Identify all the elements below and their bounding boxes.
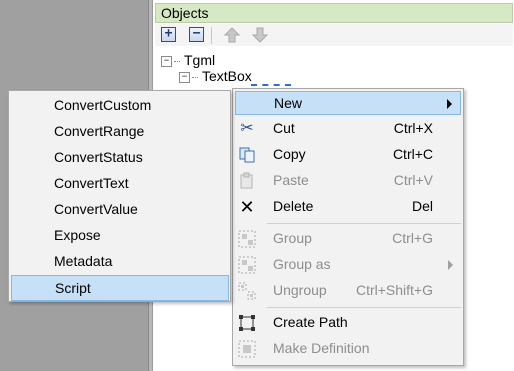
menu-item-shortcut: Del bbox=[411, 198, 433, 214]
menu-item-cut[interactable]: ✂ Cut Ctrl+X bbox=[235, 117, 461, 141]
menu-separator bbox=[267, 223, 461, 224]
menu-item-label: Create Path bbox=[273, 314, 348, 330]
move-down-arrow-icon[interactable] bbox=[251, 26, 269, 44]
submenu-item-convertvalue[interactable]: ConvertValue bbox=[11, 197, 229, 223]
expand-all-button[interactable]: + bbox=[161, 27, 176, 42]
submenu-item-label: Metadata bbox=[54, 253, 113, 269]
menu-item-group-as[interactable]: Group as bbox=[235, 253, 461, 277]
objects-toolbar: + − bbox=[155, 24, 513, 46]
menu-item-paste[interactable]: Paste Ctrl+V bbox=[235, 169, 461, 193]
menu-item-label: Group as bbox=[273, 256, 331, 272]
menu-item-create-path[interactable]: Create Path bbox=[235, 311, 461, 335]
collapse-all-button[interactable]: − bbox=[189, 27, 204, 42]
menu-item-label: Group bbox=[273, 230, 312, 246]
make-definition-icon bbox=[237, 340, 257, 358]
menu-item-shortcut: Ctrl+C bbox=[392, 146, 433, 162]
ungroup-icon bbox=[237, 282, 257, 300]
new-submenu: ConvertCustom ConvertRange ConvertStatus… bbox=[8, 90, 231, 302]
menu-item-shortcut: Ctrl+Shift+G bbox=[355, 282, 433, 298]
menu-item-ungroup[interactable]: Ungroup Ctrl+Shift+G bbox=[235, 279, 461, 303]
copy-icon bbox=[237, 146, 257, 164]
menu-item-label: Delete bbox=[273, 198, 314, 214]
paste-icon bbox=[237, 172, 257, 190]
submenu-item-converttext[interactable]: ConvertText bbox=[11, 171, 229, 197]
menu-item-group[interactable]: Group Ctrl+G bbox=[235, 227, 461, 251]
menu-item-delete[interactable]: ✕ Delete Del bbox=[235, 195, 461, 219]
collapse-node-icon[interactable]: − bbox=[161, 55, 172, 67]
menu-item-label: Paste bbox=[273, 172, 309, 188]
group-as-icon bbox=[237, 256, 257, 274]
menu-item-label: Make Definition bbox=[273, 340, 370, 356]
tree-connector bbox=[192, 76, 198, 78]
tree-node-label: Tgml bbox=[184, 52, 216, 68]
menu-separator bbox=[267, 307, 461, 308]
tree-connector bbox=[174, 60, 180, 62]
menu-item-shortcut: Ctrl+V bbox=[393, 172, 433, 188]
menu-item-label: Ungroup bbox=[273, 282, 327, 298]
toolbar-separator bbox=[211, 27, 212, 44]
group-icon bbox=[237, 230, 257, 248]
submenu-item-convertcustom[interactable]: ConvertCustom bbox=[11, 93, 229, 119]
submenu-item-label: ConvertCustom bbox=[54, 97, 152, 113]
menu-item-copy[interactable]: Copy Ctrl+C bbox=[235, 143, 461, 167]
context-menu: New ✂ Cut Ctrl+X Copy Ctrl+C Paste Ctrl+… bbox=[232, 88, 464, 366]
objects-panel-header: Objects bbox=[155, 3, 513, 23]
create-path-icon bbox=[237, 314, 257, 332]
submenu-item-label: ConvertValue bbox=[54, 201, 138, 217]
submenu-arrow-icon bbox=[447, 99, 452, 109]
menu-item-label: Cut bbox=[273, 120, 295, 136]
delete-x-icon: ✕ bbox=[239, 197, 255, 217]
menu-item-label: New bbox=[274, 95, 303, 111]
tree-node-label: TextBox bbox=[202, 68, 252, 84]
menu-item-shortcut: Ctrl+X bbox=[393, 120, 433, 136]
move-up-arrow-icon[interactable] bbox=[223, 26, 241, 44]
tree-node-tgml[interactable]: − Tgml bbox=[161, 52, 215, 68]
objects-panel-title: Objects bbox=[161, 5, 209, 21]
submenu-item-metadata[interactable]: Metadata bbox=[11, 249, 229, 275]
submenu-arrow-icon bbox=[448, 260, 453, 270]
submenu-item-script[interactable]: Script bbox=[11, 275, 229, 301]
collapse-node-icon[interactable]: − bbox=[179, 71, 190, 83]
submenu-item-label: ConvertText bbox=[54, 175, 129, 191]
submenu-item-label: ConvertStatus bbox=[54, 149, 143, 165]
tree-node-textbox[interactable]: − TextBox bbox=[179, 68, 252, 84]
submenu-item-label: ConvertRange bbox=[54, 123, 145, 139]
submenu-item-expose[interactable]: Expose bbox=[11, 223, 229, 249]
menu-item-new[interactable]: New bbox=[235, 91, 461, 115]
menu-item-label: Copy bbox=[273, 146, 306, 162]
scissors-icon: ✂ bbox=[240, 120, 254, 137]
menu-item-make-definition[interactable]: Make Definition bbox=[235, 337, 461, 361]
submenu-item-label: Expose bbox=[54, 227, 101, 243]
submenu-item-convertrange[interactable]: ConvertRange bbox=[11, 119, 229, 145]
submenu-item-label: Script bbox=[55, 280, 91, 296]
menu-item-shortcut: Ctrl+G bbox=[392, 230, 433, 246]
submenu-item-convertstatus[interactable]: ConvertStatus bbox=[11, 145, 229, 171]
